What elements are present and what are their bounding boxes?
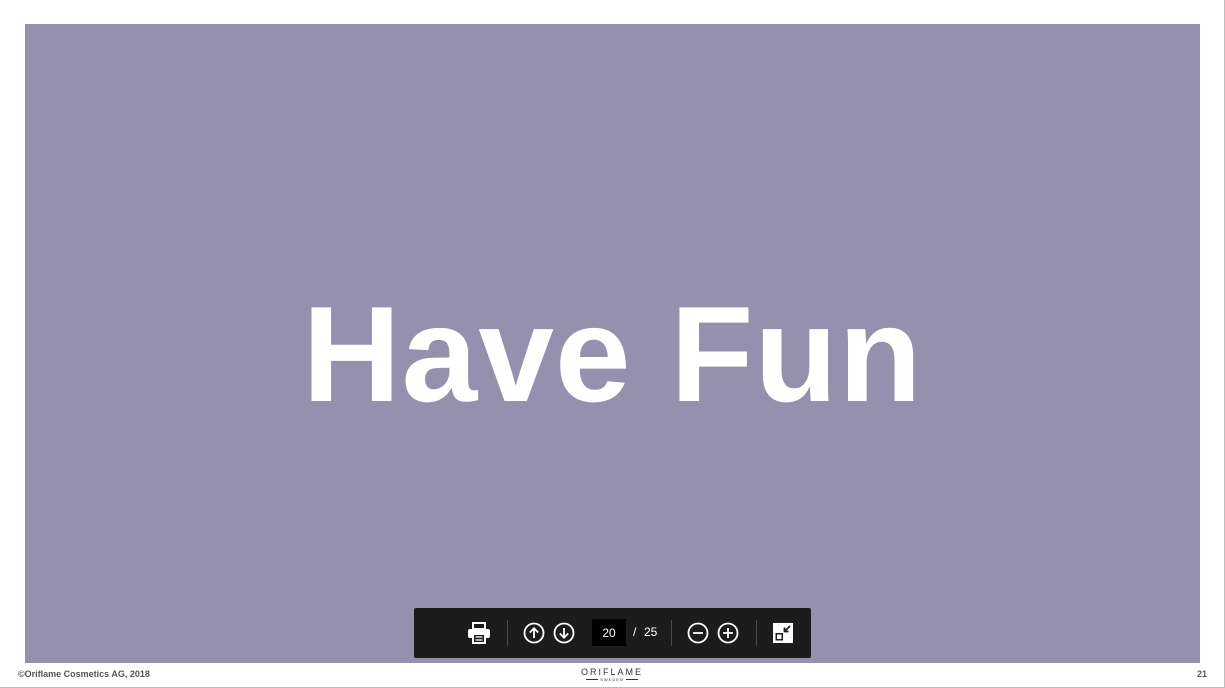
logo-rule-left [586, 679, 599, 680]
oriflame-logo: ORIFLAME SWEDEN [572, 667, 652, 682]
arrow-down-circle-icon [553, 622, 575, 644]
zoom-in-button[interactable] [715, 620, 741, 646]
previous-page-button[interactable] [521, 620, 547, 646]
next-page-button[interactable] [551, 620, 577, 646]
printer-icon [468, 622, 490, 644]
toolbar-separator [671, 620, 672, 646]
total-pages: 25 [644, 625, 658, 639]
toolbar-separator [756, 620, 757, 646]
footer-copyright: ©Oriflame Cosmetics AG, 2018 [18, 669, 150, 679]
slide: Have Fun [25, 24, 1200, 663]
arrow-up-circle-icon [523, 622, 545, 644]
zoom-out-button[interactable] [685, 620, 711, 646]
logo-brand-text: ORIFLAME [580, 667, 643, 677]
slide-title: Have Fun [302, 278, 923, 430]
exit-fullscreen-icon [773, 623, 793, 643]
exit-fullscreen-button[interactable] [770, 620, 796, 646]
viewer-toolbar: / 25 [414, 608, 811, 658]
print-button[interactable] [466, 620, 492, 646]
current-page-input[interactable] [592, 619, 626, 646]
page-separator: / [633, 625, 637, 639]
logo-subtext-row: SWEDEN [572, 677, 652, 682]
presentation-page: Have Fun ©Oriflame Cosmetics AG, 2018 OR… [0, 0, 1225, 688]
plus-circle-icon [717, 622, 739, 644]
toolbar-separator [507, 620, 508, 646]
footer-page-number: 21 [1196, 669, 1207, 679]
minus-circle-icon [687, 622, 709, 644]
logo-rule-right [625, 679, 638, 680]
logo-subtext: SWEDEN [600, 677, 624, 682]
